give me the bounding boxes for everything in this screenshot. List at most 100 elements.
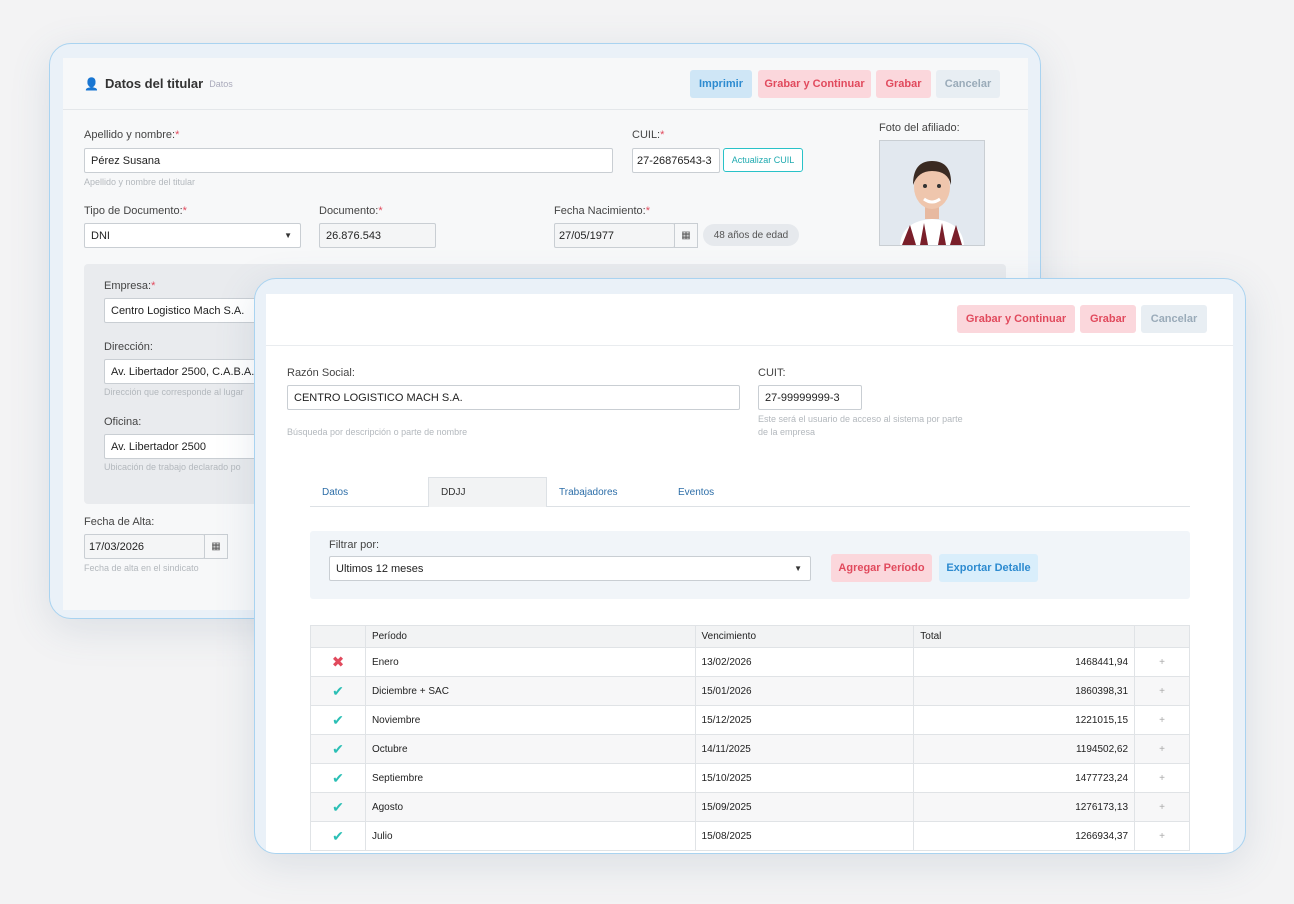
chevron-down-icon: ▼ [794,564,802,573]
table-row[interactable]: ✔ Julio 15/08/2025 1266934,37 + [310,821,1190,851]
filter-section: Filtrar por: Ultimos 12 meses ▼ Agregar … [310,531,1190,599]
table-row[interactable]: ✖ Enero 13/02/2026 1468441,94 + [310,647,1190,677]
plus-icon[interactable]: + [1134,734,1190,764]
due-cell: 15/08/2025 [694,821,915,851]
table-row[interactable]: ✔ Octubre 14/11/2025 1194502,62 + [310,734,1190,764]
total-cell: 1860398,31 [913,676,1136,706]
save-button[interactable]: Grabar [876,70,931,98]
add-period-button[interactable]: Agregar Período [831,554,932,582]
cuil-field[interactable]: 27-26876543-3 [632,148,720,173]
tab-trabajadores[interactable]: Trabajadores [547,477,666,507]
check-icon: ✔ [310,734,366,764]
doc-field[interactable]: 26.876.543 [319,223,436,248]
check-icon: ✔ [310,792,366,822]
signup-hint: Fecha de alta en el sindicato [84,563,199,573]
name-field[interactable]: Pérez Susana [84,148,613,173]
company-panel: Grabar y Continuar Grabar Cancelar Razón… [266,294,1233,853]
photo-label: Foto del afiliado: [879,122,960,134]
update-cuil-button[interactable]: Actualizar CUIL [723,148,803,172]
doc-type-value: DNI [91,229,110,242]
period-cell: Julio [364,821,696,851]
birth-field[interactable]: 27/05/1977 [554,223,675,248]
filter-label: Filtrar por: [329,539,380,551]
tab-eventos[interactable]: Eventos [666,477,785,507]
save-continue-button[interactable]: Grabar y Continuar [957,305,1075,333]
due-cell: 14/11/2025 [694,734,915,764]
total-cell: 1194502,62 [913,734,1136,764]
razon-field[interactable]: CENTRO LOGISTICO MACH S.A. [287,385,740,410]
cancel-button[interactable]: Cancelar [1141,305,1207,333]
period-cell: Septiembre [364,763,696,793]
save-continue-button[interactable]: Grabar y Continuar [758,70,871,98]
total-cell: 1276173,13 [913,792,1136,822]
company-field[interactable]: Centro Logistico Mach S.A. [104,298,264,323]
check-icon: ✔ [310,763,366,793]
member-photo [879,140,985,246]
table-row[interactable]: ✔ Agosto 15/09/2025 1276173,13 + [310,792,1190,822]
export-button[interactable]: Exportar Detalle [939,554,1038,582]
doc-label: Documento:* [319,205,383,217]
tab-datos[interactable]: Datos [310,477,428,507]
due-cell: 15/01/2026 [694,676,915,706]
filter-select[interactable]: Ultimos 12 meses ▼ [329,556,811,581]
cross-icon: ✖ [310,647,366,677]
office-label: Oficina: [104,416,142,428]
doc-type-label: Tipo de Documento:* [84,205,187,217]
page-title: 👤 Datos del titular Datos [84,76,233,91]
plus-icon[interactable]: + [1134,821,1190,851]
table-row[interactable]: ✔ Noviembre 15/12/2025 1221015,15 + [310,705,1190,735]
total-cell: 1266934,37 [913,821,1136,851]
office-field[interactable]: Av. Libertador 2500 [104,434,264,459]
signup-field[interactable]: 17/03/2026 [84,534,205,559]
period-cell: Noviembre [364,705,696,735]
signup-label: Fecha de Alta: [84,516,155,528]
cancel-button[interactable]: Cancelar [936,70,1000,98]
ddjj-table: Período Vencimiento Total ✖ Enero 13/02/20… [310,625,1190,851]
total-cell: 1477723,24 [913,763,1136,793]
plus-icon[interactable]: + [1134,792,1190,822]
filter-value: Ultimos 12 meses [336,562,424,575]
period-cell: Octubre [364,734,696,764]
table-row[interactable]: ✔ Diciembre + SAC 15/01/2026 1860398,31 + [310,676,1190,706]
due-cell: 15/10/2025 [694,763,915,793]
column-header-actions [1134,625,1190,648]
plus-icon[interactable]: + [1134,676,1190,706]
due-cell: 15/09/2025 [694,792,915,822]
birth-label: Fecha Nacimiento:* [554,205,650,217]
print-button[interactable]: Imprimir [690,70,752,98]
table-row[interactable]: ✔ Septiembre 15/10/2025 1477723,24 + [310,763,1190,793]
plus-icon[interactable]: + [1134,763,1190,793]
razon-label: Razón Social: [287,367,355,379]
plus-icon[interactable]: + [1134,647,1190,677]
title-text: Datos del titular [104,76,204,91]
check-icon: ✔ [310,821,366,851]
user-check-icon: 👤 [84,76,99,91]
calendar-icon[interactable]: ▦ [674,223,698,248]
chevron-down-icon: ▼ [284,231,292,240]
due-cell: 13/02/2026 [694,647,915,677]
check-icon: ✔ [310,676,366,706]
total-cell: 1221015,15 [913,705,1136,735]
period-cell: Agosto [364,792,696,822]
tab-ddjj[interactable]: DDJJ [428,477,547,507]
period-cell: Enero [364,647,696,677]
due-cell: 15/12/2025 [694,705,915,735]
table-header: Período Vencimiento Total [310,625,1190,648]
tabs: Datos DDJJ Trabajadores Eventos [310,477,1190,507]
title-subtitle: Datos [209,78,233,89]
doc-type-select[interactable]: DNI ▼ [84,223,301,248]
plus-icon[interactable]: + [1134,705,1190,735]
cuit-field[interactable]: 27-99999999-3 [758,385,862,410]
period-cell: Diciembre + SAC [364,676,696,706]
company-window: Grabar y Continuar Grabar Cancelar Razón… [254,278,1246,854]
total-cell: 1468441,94 [913,647,1136,677]
cuil-label: CUIL:* [632,129,665,141]
address-field[interactable]: Av. Libertador 2500, C.A.B.A. [104,359,264,384]
column-header-total[interactable]: Total [913,625,1136,648]
save-button[interactable]: Grabar [1080,305,1136,333]
cuit-hint: Este será el usuario de acceso al sistem… [758,414,963,437]
column-header-due[interactable]: Vencimiento [694,625,915,648]
calendar-icon[interactable]: ▦ [204,534,228,559]
column-header-period[interactable]: Período [364,625,696,648]
cuit-label: CUIT: [758,367,786,379]
